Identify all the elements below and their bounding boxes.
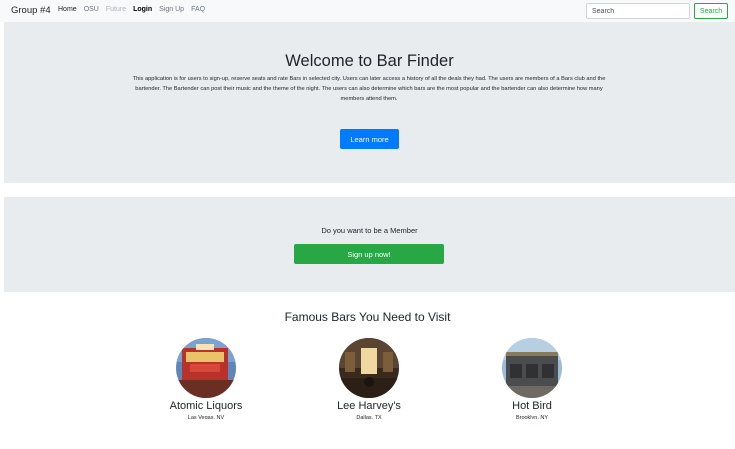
- nav-link-future: Future: [105, 6, 127, 13]
- member-question: Do you want to be a Member: [321, 226, 418, 235]
- hero-title: Welcome to Bar Finder: [285, 52, 454, 70]
- nav-link-login[interactable]: Login: [133, 6, 152, 13]
- nav-link-home[interactable]: Home: [58, 6, 77, 13]
- bar-location: Brooklyn, NY: [515, 415, 549, 419]
- nav-link-osu[interactable]: OSU: [84, 6, 99, 13]
- search-button[interactable]: Search: [694, 3, 728, 19]
- bar-card-atomic-liquors: Atomic Liquors Las Vegas, NV: [146, 338, 266, 419]
- bar-card-hot-bird: Hot Bird Brooklyn, NY: [472, 338, 592, 419]
- nav-link-signup[interactable]: Sign Up: [159, 6, 184, 13]
- lee-harveys-photo: [339, 338, 399, 398]
- bar-card-lee-harveys: Lee Harvey's Dallas, TX: [309, 338, 429, 419]
- brand-link[interactable]: Group #4: [11, 5, 51, 16]
- atomic-liquors-photo: [176, 338, 236, 398]
- bar-location: Dallas, TX: [356, 415, 382, 419]
- bar-name: Lee Harvey's: [337, 400, 401, 412]
- nav-link-faq[interactable]: FAQ: [191, 6, 205, 13]
- sign-up-now-button[interactable]: Sign up now!: [294, 244, 444, 264]
- navbar: Group #4 Home OSU Future Login Sign Up F…: [0, 0, 735, 22]
- hero-description: This application is for users to sign-up…: [132, 76, 606, 102]
- search-input[interactable]: [586, 3, 690, 19]
- bars-heading: Famous Bars You Need to Visit: [284, 310, 451, 324]
- member-section: Do you want to be a Member Sign up now!: [4, 197, 735, 292]
- hot-bird-photo: [502, 338, 562, 398]
- nav-links: Home OSU Future Login Sign Up FAQ: [58, 6, 205, 13]
- hero-jumbotron: Welcome to Bar Finder This application i…: [4, 22, 735, 183]
- learn-more-button[interactable]: Learn more: [340, 129, 399, 149]
- bar-name: Hot Bird: [512, 400, 552, 412]
- bar-name: Atomic Liquors: [169, 400, 243, 412]
- bar-location: Las Vegas, NV: [187, 415, 225, 419]
